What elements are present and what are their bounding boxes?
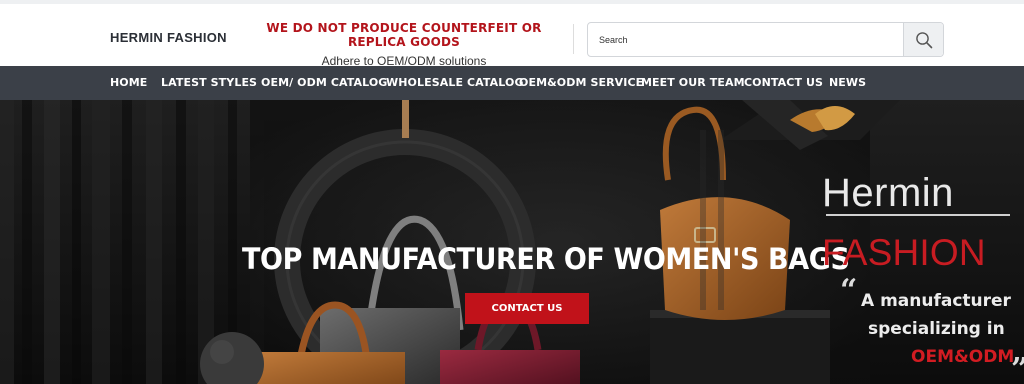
hero-contact-button[interactable]: CONTACT US [465,293,589,324]
hero-headline: TOP MANUFACTURER OF WOMEN'S BAGS [242,243,850,277]
nav-item-meet-our-team[interactable]: MEET OUR TEAM [641,76,745,89]
hero-banner: TOP MANUFACTURER OF WOMEN'S BAGS CONTACT… [0,100,1024,384]
tagline-line-1: A manufacturer [861,291,1011,311]
search-box [587,22,944,57]
tagline-line-2: specializing in [868,319,1005,339]
site-header: HERMIN FASHION WE DO NOT PRODUCE COUNTER… [0,0,1024,68]
search-button[interactable] [903,23,943,56]
nav-item-oem-odm-catalog[interactable]: OEM/ ODM CATALOG [261,76,387,89]
nav-item-contact-us[interactable]: CONTACT US [744,76,823,89]
nav-item-latest-styles[interactable]: LATEST STYLES [161,76,257,89]
nav-item-wholesale-catalog[interactable]: WHOLESALE CATALOG [386,76,524,89]
brand-logo[interactable]: HERMIN FASHION [110,30,227,45]
header-divider [573,24,574,54]
side-brand-rule [826,214,1010,216]
nav-item-news[interactable]: NEWS [829,76,866,89]
search-icon [915,31,932,48]
open-quote-mark: “ [840,273,858,308]
side-brand-subtitle: FASHION [822,232,986,273]
main-nav: HOME LATEST STYLES OEM/ ODM CATALOG WHOL… [0,66,1024,100]
notice-title: WE DO NOT PRODUCE COUNTERFEIT OR REPLICA… [266,21,542,49]
notice-block: WE DO NOT PRODUCE COUNTERFEIT OR REPLICA… [246,21,562,68]
nav-item-oem-odm-service[interactable]: OEM&ODM SERVICE [519,76,643,89]
close-quote-mark: ” [1011,352,1024,384]
search-input[interactable] [588,23,904,56]
side-brand-title: Hermin [822,171,954,215]
nav-item-home[interactable]: HOME [110,76,147,89]
tagline-accent: OEM&ODM [911,347,1015,367]
